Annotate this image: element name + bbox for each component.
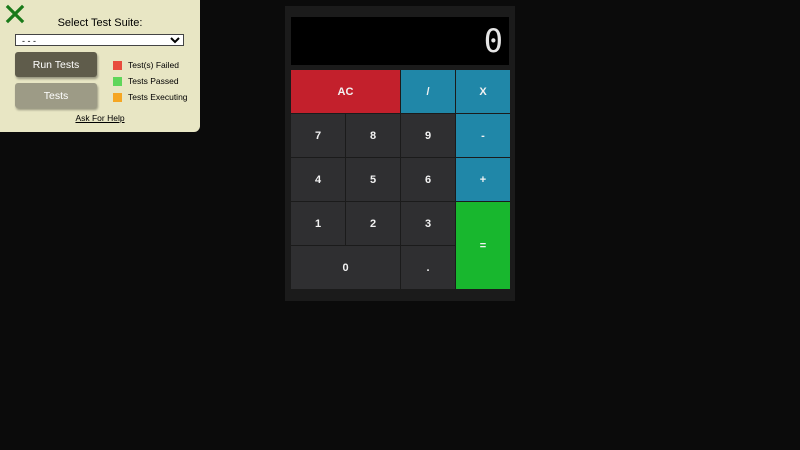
one-button[interactable]: 1 [291, 202, 345, 245]
divide-button[interactable]: / [401, 70, 455, 113]
ask-for-help-link[interactable]: Ask For Help [0, 113, 200, 123]
multiply-button[interactable]: X [456, 70, 510, 113]
tests-button[interactable]: Tests [15, 83, 97, 108]
five-button[interactable]: 5 [346, 158, 400, 201]
subtract-button[interactable]: - [456, 114, 510, 157]
panel-title: Select Test Suite: [57, 17, 143, 29]
seven-button[interactable]: 7 [291, 114, 345, 157]
add-button[interactable]: + [456, 158, 510, 201]
test-suite-panel: Select Test Suite: - - - Run Tests Tests… [0, 0, 200, 132]
run-tests-button[interactable]: Run Tests [15, 52, 97, 77]
legend-label: Tests Passed [128, 76, 179, 86]
decimal-button[interactable]: . [401, 246, 455, 289]
passed-swatch [113, 76, 122, 86]
calculator: 0 AC / X 7 8 9 - 4 5 6 + 1 2 3 = 0 . [285, 6, 515, 301]
test-suite-select[interactable]: - - - [15, 34, 184, 46]
nine-button[interactable]: 9 [401, 114, 455, 157]
calculator-keypad: AC / X 7 8 9 - 4 5 6 + 1 2 3 = 0 . [291, 70, 510, 289]
legend-item-executing: Tests Executing [113, 89, 188, 105]
two-button[interactable]: 2 [346, 202, 400, 245]
clear-button[interactable]: AC [291, 70, 400, 113]
failed-swatch [113, 60, 122, 70]
test-legend: Test(s) Failed Tests Passed Tests Execut… [113, 57, 188, 105]
legend-item-failed: Test(s) Failed [113, 57, 188, 73]
three-button[interactable]: 3 [401, 202, 455, 245]
six-button[interactable]: 6 [401, 158, 455, 201]
legend-label: Test(s) Failed [128, 60, 180, 70]
calculator-display: 0 [291, 17, 509, 65]
zero-button[interactable]: 0 [291, 246, 400, 289]
executing-swatch [113, 92, 122, 102]
four-button[interactable]: 4 [291, 158, 345, 201]
legend-item-passed: Tests Passed [113, 73, 188, 89]
eight-button[interactable]: 8 [346, 114, 400, 157]
legend-label: Tests Executing [128, 92, 188, 102]
equals-button[interactable]: = [456, 202, 510, 289]
